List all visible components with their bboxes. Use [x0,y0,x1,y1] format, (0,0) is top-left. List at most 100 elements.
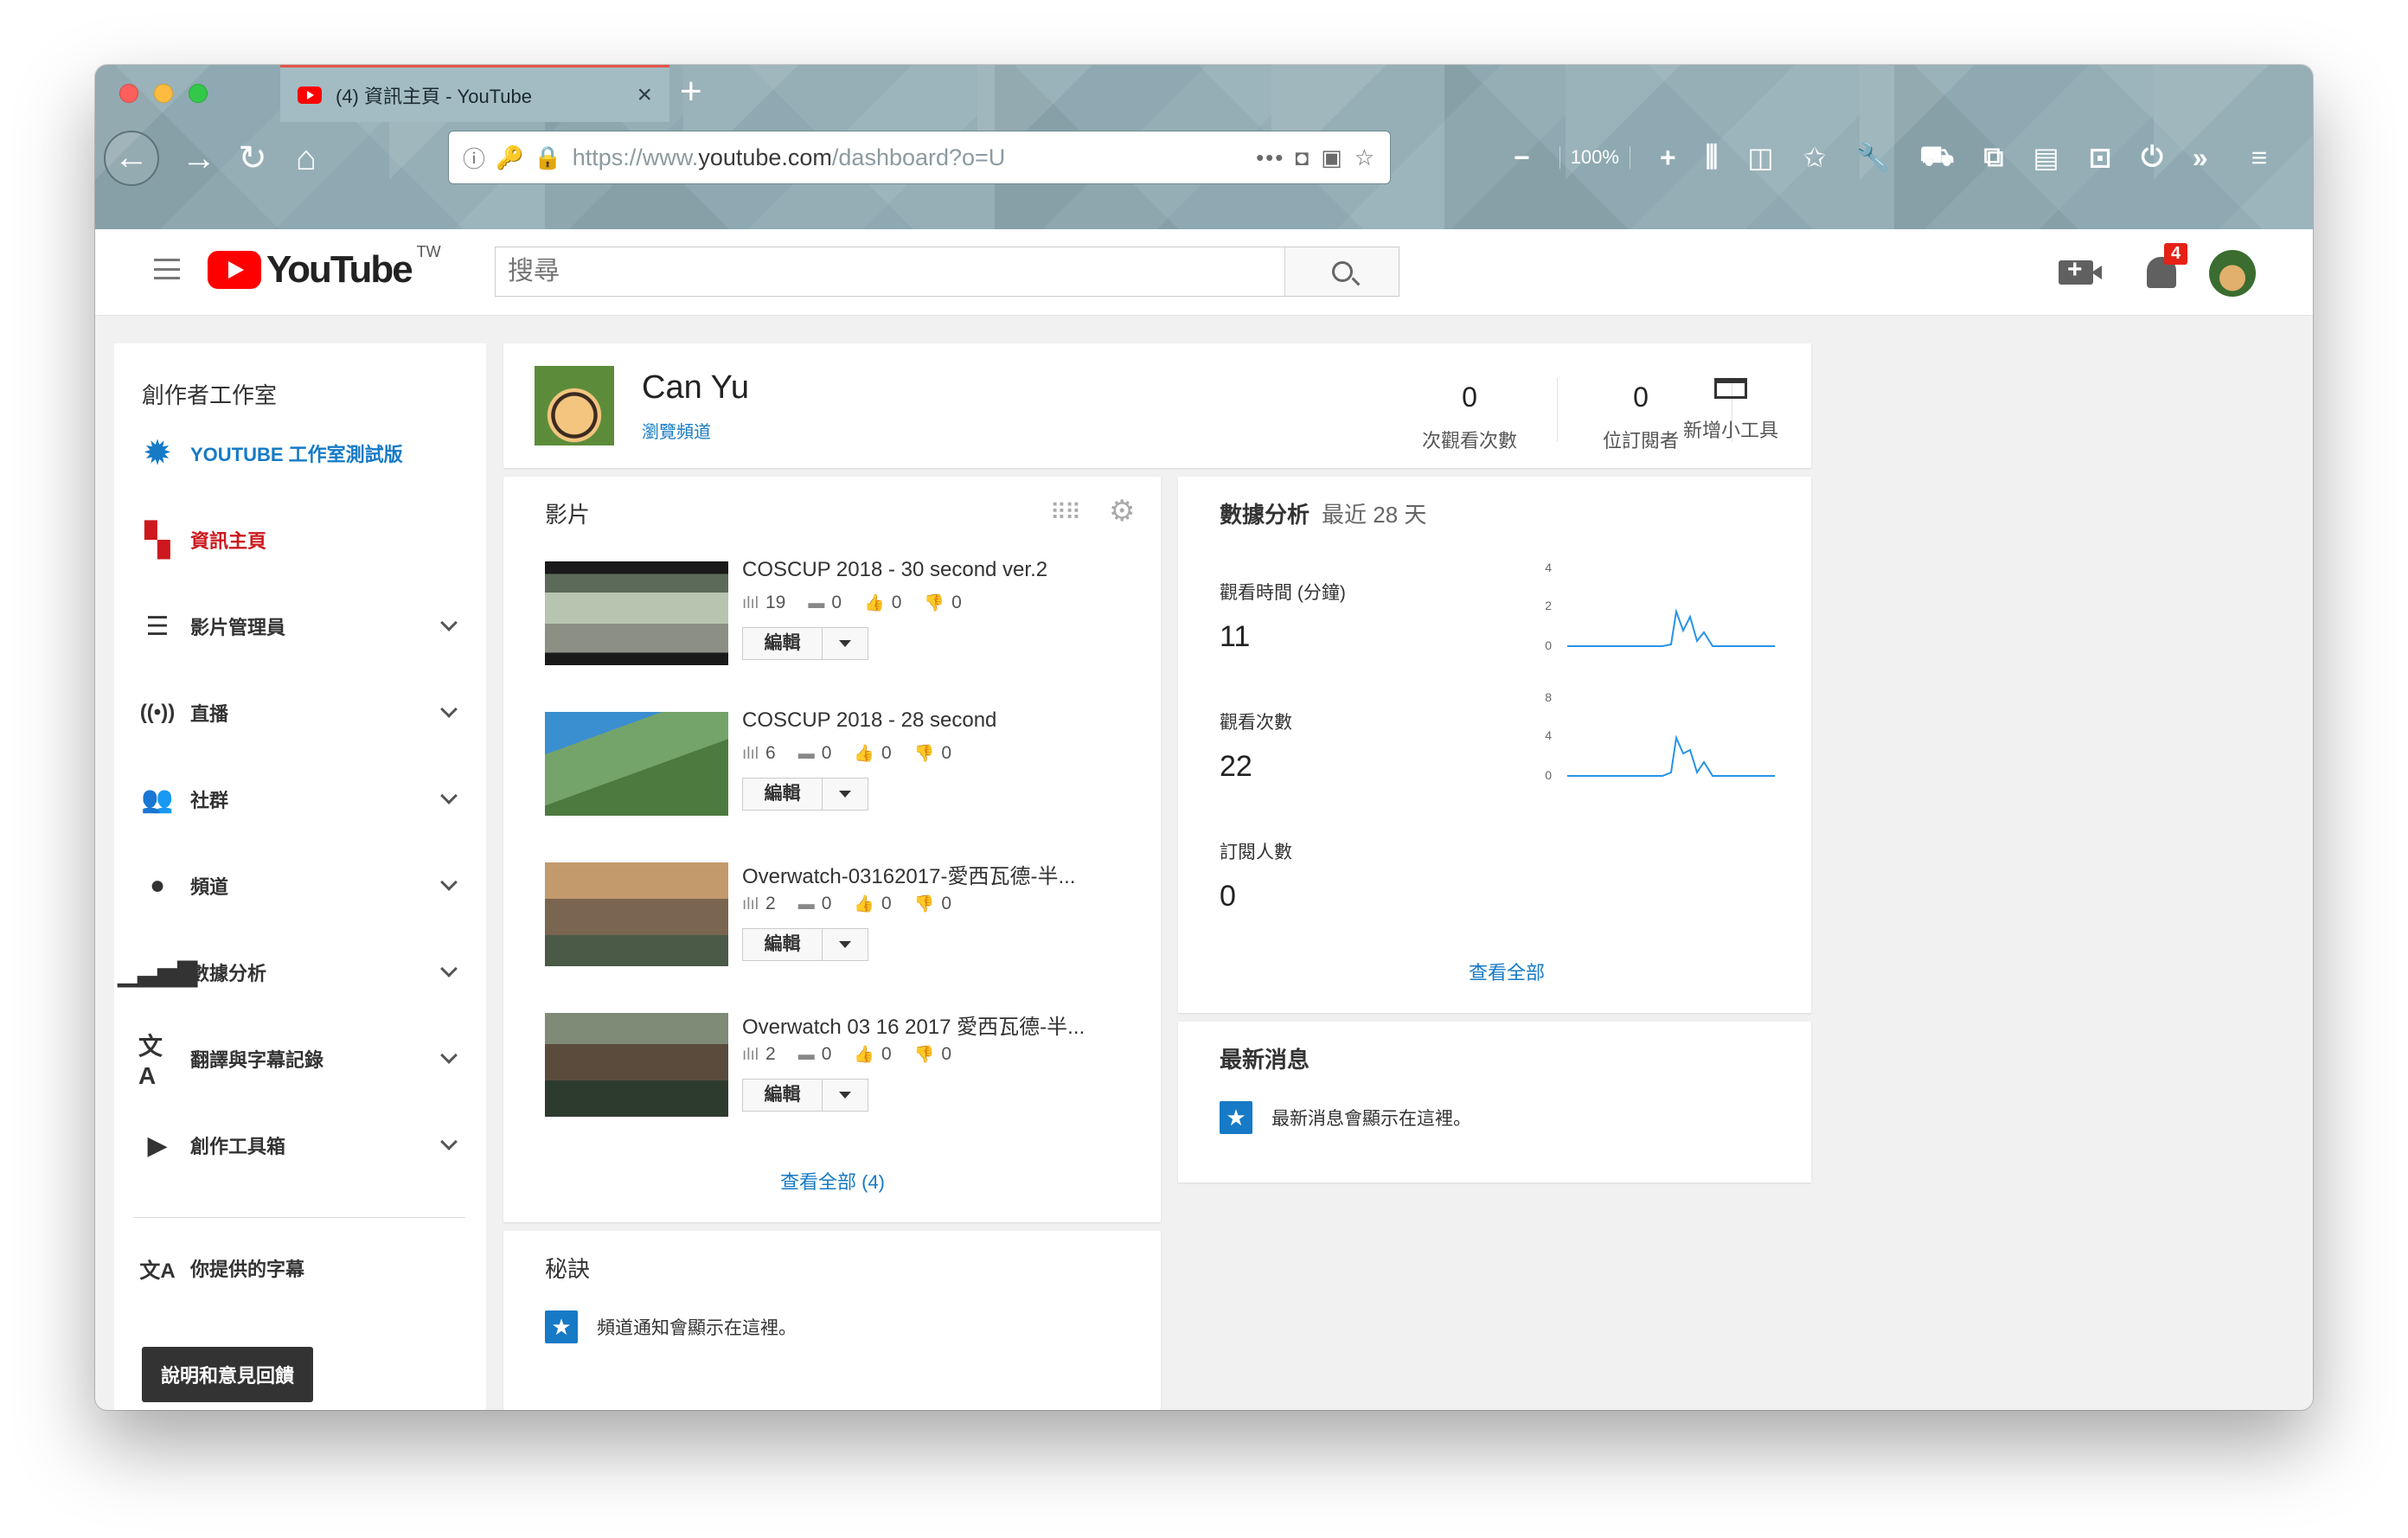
sidebar-item-analytics[interactable]: ▁▃▅▇ 數據分析 [117,952,467,992]
bookmark-star-icon[interactable]: ☆ [1354,144,1376,171]
video-row: COSCUP 2018 - 30 second ver.2 ılıl 19 ▬ 0 … [545,554,1133,693]
video-thumbnail[interactable] [545,862,728,966]
sidebar-item-community[interactable]: 👥 社群 [138,779,467,819]
close-window-button[interactable] [119,84,138,103]
video-thumbnail[interactable] [545,1013,728,1117]
chevron-down-icon[interactable] [440,701,458,718]
search-icon [1331,261,1353,282]
spark-tick: 8 [1545,690,1552,704]
edit-button[interactable]: 編輯 [742,1079,868,1112]
settings-gear-icon[interactable]: ⚙ [1109,494,1135,529]
dropdown-arrow-icon[interactable] [823,1080,868,1111]
zoom-in-button[interactable]: + [1660,142,1676,174]
extension-star-icon[interactable]: ✩ [1803,141,1827,174]
add-widget-button[interactable]: 新增小工具 [1649,378,1813,443]
home-button[interactable]: ⌂ [280,132,332,184]
sidebar-item-your-subtitles[interactable]: 文A 你提供的字幕 [138,1248,467,1288]
minimize-window-button[interactable] [154,84,173,103]
new-tab-button[interactable]: + [680,70,702,113]
sidebar-item-translations[interactable]: 文A 翻譯與字幕記錄 [138,1033,467,1089]
dropdown-arrow-icon[interactable] [823,929,868,960]
view-all-videos-link[interactable]: 查看全部 (4) [780,1167,885,1195]
dislikes-count: 👎 0 [913,1044,952,1064]
profile-card: Can Yu 瀏覽頻道 0 次觀看次數 0 位訂閱者 新增小工具 [503,343,1811,468]
video-thumbnail[interactable] [545,712,728,816]
reload-button[interactable]: ↻ [227,132,279,184]
video-title[interactable]: Overwatch-03162017-愛西瓦德-半... [742,859,1075,889]
dropdown-arrow-icon[interactable] [823,628,868,659]
drag-handle-icon[interactable]: ⠿⠿ [1050,499,1081,526]
zoom-window-button[interactable] [189,84,208,103]
video-title[interactable]: COSCUP 2018 - 28 second [742,708,996,733]
subtitles-icon: 文A [139,1259,176,1283]
url-bar[interactable]: ⓘ 🔑 🔒 https://www.youtube.com/dashboard?… [448,131,1391,184]
guide-menu-icon[interactable] [154,259,180,279]
menu-icon[interactable]: ≡ [2251,142,2268,174]
zoom-out-button[interactable]: − [1514,142,1530,174]
channel-avatar[interactable] [535,366,614,445]
views-icon: ılıl [742,1046,759,1064]
video-title[interactable]: Overwatch 03 16 2017 愛西瓦德-半... [742,1009,1085,1040]
spark-tick: 2 [1545,599,1552,612]
dislike-icon: 👎 [913,1046,935,1064]
dropdown-arrow-icon[interactable] [823,779,868,810]
forward-button[interactable]: → [173,132,225,184]
sidebar-item-create[interactable]: ▶ 創作工具箱 [138,1125,467,1165]
analytics-icon: ▁▃▅▇ [117,958,198,987]
community-icon: 👥 [141,785,174,814]
chevron-down-icon[interactable] [440,960,458,977]
lock-icon[interactable]: 🔒 [534,144,561,171]
dislikes-count: 👎 0 [924,593,962,612]
sidebar-toggle-icon[interactable]: ◫ [1747,141,1773,174]
screenshot-icon[interactable]: ⧉ [1984,141,2004,174]
sidebar-item-video-manager[interactable]: ☰ 影片管理員 [138,606,467,646]
video-thumbnail[interactable] [545,561,728,665]
pocket-icon[interactable]: ◘ [1295,144,1310,171]
account-avatar[interactable] [2209,250,2256,297]
comment-icon: ▬ [797,895,815,913]
edit-button[interactable]: 編輯 [742,778,868,811]
zoom-level[interactable]: 100% [1559,146,1630,169]
upload-video-icon[interactable] [2059,255,2102,285]
views-icon: ılıl [742,745,759,763]
back-button[interactable]: ← [104,131,159,186]
sidebar-item-live[interactable]: ((•)) 直播 [138,693,467,733]
sidebar-item-studio-beta[interactable]: ✹ YOUTUBE 工作室測試版 [138,433,467,473]
view-channel-link[interactable]: 瀏覽頻道 [642,418,711,443]
library-icon[interactable]: ⫼ [1706,141,1719,174]
close-tab-icon[interactable]: × [637,80,652,110]
overflow-icon[interactable]: » [2193,142,2208,174]
view-all-analytics-link[interactable]: 查看全部 [1469,958,1545,985]
page-actions-icon[interactable]: ••• [1256,144,1284,171]
reader-view-icon[interactable]: ▣ [1321,144,1344,171]
chevron-down-icon[interactable] [440,1133,458,1150]
help-feedback-button[interactable]: 說明和意見回饋 [142,1347,314,1402]
toolbar: − 100% + ⫼ ◫ ✩ 🔧 ⛟ ⧉ ▤ ⊡ ⏻ » ≡ [1514,131,2267,184]
chevron-down-icon[interactable] [440,614,458,631]
search-button[interactable] [1284,247,1399,296]
comments-count: ▬ 0 [797,1044,832,1064]
chevron-down-icon[interactable] [440,1047,458,1064]
comments-count: ▬ 0 [808,593,842,612]
search-input[interactable] [496,247,1284,296]
chevron-down-icon[interactable] [440,874,458,891]
chevron-down-icon[interactable] [440,787,458,804]
sidebar-title: 創作者工作室 [142,382,278,408]
sidebar-item-channel[interactable]: ● 頻道 [138,866,467,906]
edit-button[interactable]: 編輯 [742,928,868,961]
watch-time-sparkline: 4 2 0 [1545,561,1775,652]
url-text[interactable]: https://www.youtube.com/dashboard?o=U [573,144,1246,171]
youtube-logo[interactable]: YouTube TW [208,243,441,292]
sidebar-item-dashboard[interactable]: ▚ 資訊主頁 [138,520,467,560]
browser-tab[interactable]: (4) 資訊主頁 - YouTube × [280,65,669,122]
info-icon[interactable]: ⓘ [463,142,485,174]
permissions-icon[interactable]: 🔑 [496,144,523,171]
watch-time-metric: 觀看時間 (分鐘) 11 [1220,583,1346,653]
edit-button[interactable]: 編輯 [742,627,868,660]
power-icon[interactable]: ⏻ [2141,141,2162,174]
notes-icon[interactable]: ▤ [2033,141,2059,174]
wrench-icon[interactable]: 🔧 [1855,141,1890,174]
car-icon[interactable]: ⛟ [1919,140,1954,176]
container-icon[interactable]: ⊡ [2089,141,2112,174]
video-title[interactable]: COSCUP 2018 - 30 second ver.2 [742,558,1047,582]
